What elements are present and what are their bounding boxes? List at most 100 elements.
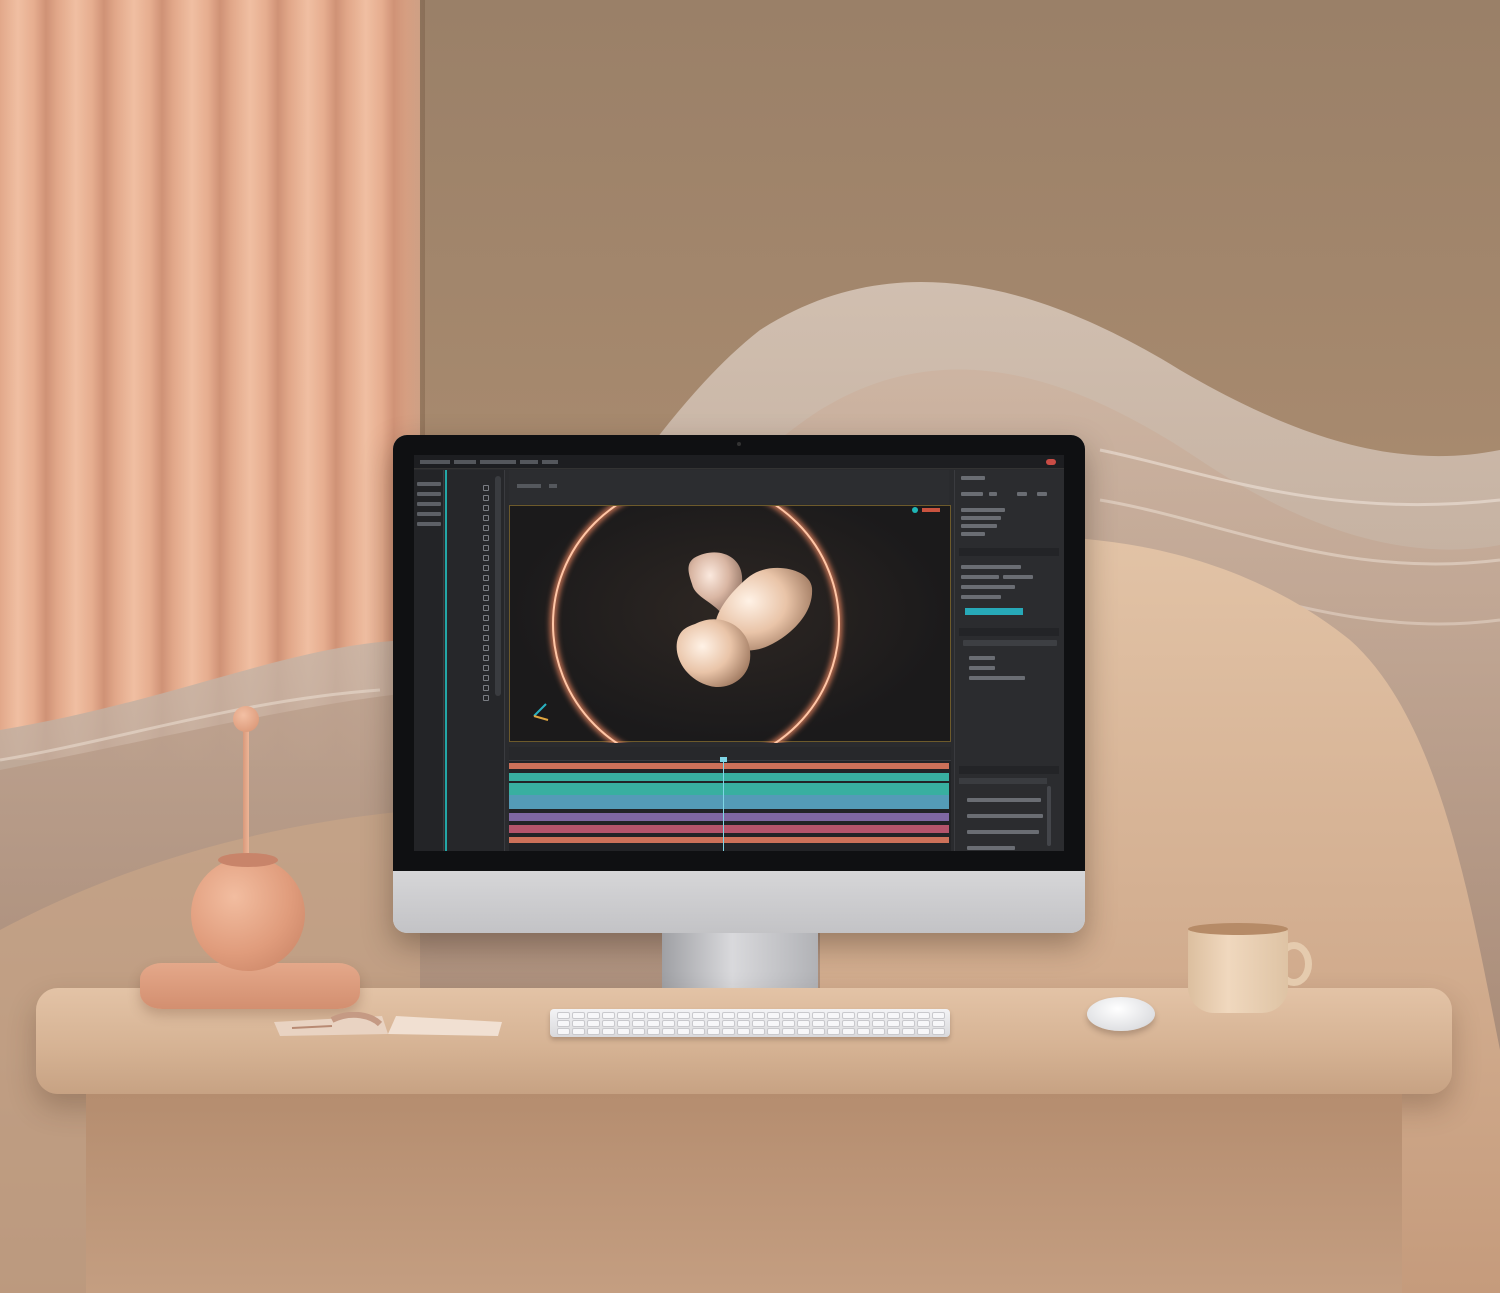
keyboard-key[interactable]	[558, 1021, 569, 1026]
nav-item[interactable]	[417, 502, 441, 506]
keyboard-key[interactable]	[588, 1013, 599, 1018]
playhead-handle[interactable]	[720, 757, 727, 762]
nav-item[interactable]	[417, 512, 441, 516]
keyboard[interactable]	[550, 1009, 950, 1037]
keyboard-key[interactable]	[573, 1021, 584, 1026]
tool-button[interactable]	[483, 615, 489, 621]
tool-button[interactable]	[483, 625, 489, 631]
keyboard-key[interactable]	[828, 1021, 839, 1026]
keyboard-key[interactable]	[798, 1013, 809, 1018]
tool-button[interactable]	[483, 695, 489, 701]
keyboard-key[interactable]	[708, 1021, 719, 1026]
keyboard-key[interactable]	[933, 1029, 944, 1034]
layer-item[interactable]	[969, 656, 995, 660]
keyboard-key[interactable]	[738, 1013, 749, 1018]
layer-item[interactable]	[969, 676, 1025, 680]
tool-button[interactable]	[483, 605, 489, 611]
menu-item[interactable]	[542, 460, 558, 464]
keyboard-key[interactable]	[888, 1021, 899, 1026]
keyboard-key[interactable]	[633, 1029, 644, 1034]
scrollbar[interactable]	[495, 476, 501, 696]
keyboard-key[interactable]	[918, 1013, 929, 1018]
tool-button[interactable]	[483, 505, 489, 511]
timeline-track[interactable]	[509, 795, 949, 809]
timeline-track[interactable]	[509, 825, 949, 833]
tool-button[interactable]	[483, 675, 489, 681]
tool-button[interactable]	[483, 685, 489, 691]
keyboard-key[interactable]	[798, 1021, 809, 1026]
tool-button[interactable]	[483, 595, 489, 601]
tool-button[interactable]	[483, 585, 489, 591]
keyboard-key[interactable]	[618, 1021, 629, 1026]
tool-button[interactable]	[483, 655, 489, 661]
keyboard-key[interactable]	[813, 1013, 824, 1018]
keyboard-key[interactable]	[663, 1013, 674, 1018]
keyboard-key[interactable]	[753, 1029, 764, 1034]
timeline-track[interactable]	[509, 783, 949, 795]
keyboard-key[interactable]	[603, 1029, 614, 1034]
keyboard-key[interactable]	[633, 1021, 644, 1026]
keyboard-key[interactable]	[678, 1021, 689, 1026]
tool-button[interactable]	[483, 525, 489, 531]
keyboard-key[interactable]	[588, 1029, 599, 1034]
timeline-track[interactable]	[509, 837, 949, 843]
menu-item[interactable]	[520, 460, 538, 464]
keyboard-key[interactable]	[873, 1013, 884, 1018]
tool-button[interactable]	[483, 565, 489, 571]
tool-button[interactable]	[483, 515, 489, 521]
keyboard-key[interactable]	[663, 1029, 674, 1034]
keyboard-key[interactable]	[768, 1029, 779, 1034]
keyboard-key[interactable]	[693, 1029, 704, 1034]
keyboard-key[interactable]	[723, 1013, 734, 1018]
keyboard-key[interactable]	[738, 1029, 749, 1034]
tool-button[interactable]	[483, 495, 489, 501]
keyboard-key[interactable]	[858, 1029, 869, 1034]
keyboard-key[interactable]	[813, 1029, 824, 1034]
keyboard-key[interactable]	[618, 1013, 629, 1018]
timeline-track[interactable]	[509, 763, 949, 769]
mouse[interactable]	[1087, 997, 1155, 1031]
search-input[interactable]	[963, 640, 1057, 646]
timeline-track[interactable]	[509, 773, 949, 781]
keyboard-key[interactable]	[573, 1029, 584, 1034]
viewport-tab[interactable]	[517, 484, 541, 488]
keyboard-key[interactable]	[663, 1021, 674, 1026]
keyboard-key[interactable]	[603, 1013, 614, 1018]
keyboard-key[interactable]	[918, 1029, 929, 1034]
menu-item[interactable]	[480, 460, 516, 464]
keyboard-key[interactable]	[678, 1013, 689, 1018]
keyboard-key[interactable]	[648, 1029, 659, 1034]
keyboard-key[interactable]	[888, 1013, 899, 1018]
tool-button[interactable]	[483, 665, 489, 671]
keyboard-key[interactable]	[783, 1013, 794, 1018]
keyboard-key[interactable]	[843, 1029, 854, 1034]
viewport-tab[interactable]	[549, 484, 557, 488]
tool-button[interactable]	[483, 545, 489, 551]
timeline[interactable]	[509, 747, 951, 851]
keyboard-key[interactable]	[723, 1029, 734, 1034]
keyboard-key[interactable]	[678, 1029, 689, 1034]
panel-tab[interactable]	[959, 778, 1047, 784]
keyboard-key[interactable]	[888, 1029, 899, 1034]
keyboard-key[interactable]	[558, 1013, 569, 1018]
keyboard-key[interactable]	[828, 1029, 839, 1034]
keyboard-key[interactable]	[693, 1021, 704, 1026]
keyboard-key[interactable]	[693, 1013, 704, 1018]
keyboard-key[interactable]	[843, 1021, 854, 1026]
tool-button[interactable]	[483, 485, 489, 491]
timeline-track[interactable]	[509, 813, 949, 821]
keyboard-key[interactable]	[828, 1013, 839, 1018]
keyboard-key[interactable]	[738, 1021, 749, 1026]
keyboard-key[interactable]	[858, 1021, 869, 1026]
keyboard-key[interactable]	[843, 1013, 854, 1018]
keyboard-key[interactable]	[858, 1013, 869, 1018]
keyboard-key[interactable]	[648, 1021, 659, 1026]
keyboard-key[interactable]	[633, 1013, 644, 1018]
canvas-viewport[interactable]	[509, 478, 951, 770]
close-icon[interactable]	[1046, 459, 1056, 465]
keyboard-key[interactable]	[933, 1013, 944, 1018]
keyboard-key[interactable]	[573, 1013, 584, 1018]
tool-button[interactable]	[483, 575, 489, 581]
keyboard-key[interactable]	[723, 1021, 734, 1026]
menu-item[interactable]	[420, 460, 450, 464]
